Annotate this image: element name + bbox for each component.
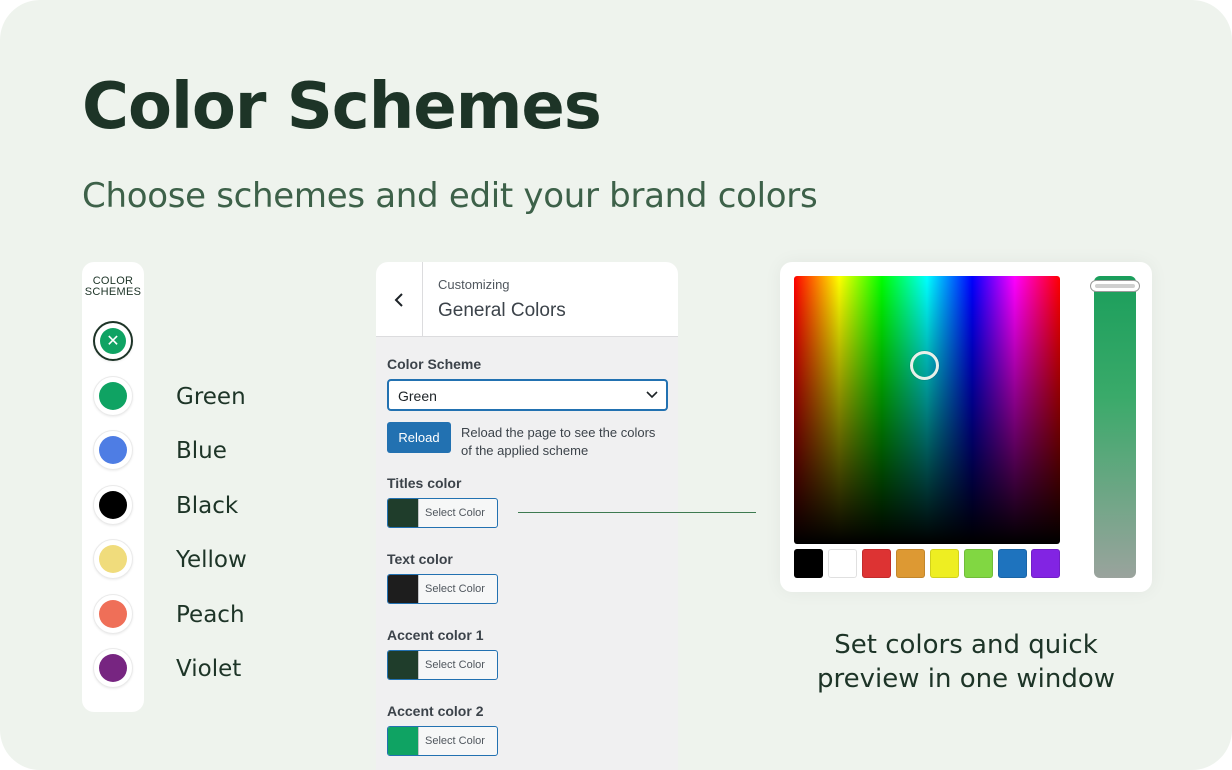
text-color-label: Text color <box>387 551 453 567</box>
palette-chip-orange[interactable] <box>896 549 925 578</box>
scheme-label-black: Black <box>176 493 239 519</box>
connector-line <box>518 512 756 513</box>
scheme-swatch-yellow[interactable] <box>93 539 133 579</box>
text-color-button[interactable]: Select Color <box>387 574 498 604</box>
customizer-title: General Colors <box>438 300 566 321</box>
select-color-label: Select Color <box>425 583 485 595</box>
slider-handle[interactable] <box>1090 280 1140 292</box>
color-preview-chip <box>388 727 419 755</box>
spectrum-cursor[interactable] <box>910 351 939 380</box>
accent-color-1-button[interactable]: Select Color <box>387 650 498 680</box>
color-schemes-panel: COLOR SCHEMES ✕ <box>82 262 144 712</box>
selected-scheme-swatch[interactable]: ✕ <box>93 321 133 361</box>
scheme-color-dot <box>99 491 127 519</box>
scheme-swatch-blue[interactable] <box>93 430 133 470</box>
scheme-color-dot <box>99 654 127 682</box>
color-schemes-title: COLOR SCHEMES <box>84 275 142 298</box>
accent-color-2-label: Accent color 2 <box>387 703 484 719</box>
scheme-swatch-violet[interactable] <box>93 648 133 688</box>
palette-chip-white[interactable] <box>828 549 857 578</box>
color-spectrum[interactable] <box>794 276 1060 544</box>
titles-color-label: Titles color <box>387 475 462 491</box>
shade-slider[interactable] <box>1090 276 1140 578</box>
scheme-swatch-peach[interactable] <box>93 594 133 634</box>
color-picker <box>780 262 1152 592</box>
scheme-swatch-green[interactable] <box>93 376 133 416</box>
scheme-label-peach: Peach <box>176 602 245 628</box>
selected-scheme-dot: ✕ <box>100 328 126 354</box>
chevron-down-icon <box>646 391 658 399</box>
palette-chip-black[interactable] <box>794 549 823 578</box>
color-scheme-select[interactable]: Green <box>387 379 668 411</box>
picker-caption: Set colors and quick preview in one wind… <box>816 630 1115 694</box>
scheme-label-violet: Violet <box>176 656 242 682</box>
select-color-label: Select Color <box>425 735 485 747</box>
accent-color-1-label: Accent color 1 <box>387 627 484 643</box>
palette-chip-red[interactable] <box>862 549 891 578</box>
palette-chip-purple[interactable] <box>1031 549 1060 578</box>
accent-color-2-button[interactable]: Select Color <box>387 726 498 756</box>
close-icon: ✕ <box>106 331 120 350</box>
page-title: Color Schemes <box>82 70 602 144</box>
select-color-label: Select Color <box>425 659 485 671</box>
color-preview-chip <box>388 575 419 603</box>
reload-button[interactable]: Reload <box>387 422 451 453</box>
scheme-label-yellow: Yellow <box>176 547 247 573</box>
scheme-swatch-black[interactable] <box>93 485 133 525</box>
customizer-header: Customizing General Colors <box>376 262 678 337</box>
palette-chip-green[interactable] <box>964 549 993 578</box>
color-scheme-label: Color Scheme <box>387 356 482 372</box>
titles-color-button[interactable]: Select Color <box>387 498 498 528</box>
customizer-subtitle: Customizing <box>438 277 510 292</box>
page-subtitle: Choose schemes and edit your brand color… <box>82 176 818 216</box>
scheme-color-dot <box>99 600 127 628</box>
select-color-label: Select Color <box>425 507 485 519</box>
customizer-panel: Customizing General Colors Color Scheme … <box>376 262 678 770</box>
color-preview-chip <box>388 499 419 527</box>
color-preview-chip <box>388 651 419 679</box>
back-button[interactable] <box>376 262 423 337</box>
chevron-left-icon <box>394 292 403 307</box>
reload-note: Reload the page to see the colors of the… <box>461 425 656 458</box>
page: Color Schemes Choose schemes and edit yo… <box>0 0 1232 770</box>
scheme-label-green: Green <box>176 384 246 410</box>
palette-chip-yellow[interactable] <box>930 549 959 578</box>
scheme-color-dot <box>99 382 127 410</box>
scheme-color-dot <box>99 436 127 464</box>
scheme-color-dot <box>99 545 127 573</box>
color-scheme-value: Green <box>398 388 437 404</box>
palette-chip-blue[interactable] <box>998 549 1027 578</box>
scheme-label-blue: Blue <box>176 438 227 464</box>
